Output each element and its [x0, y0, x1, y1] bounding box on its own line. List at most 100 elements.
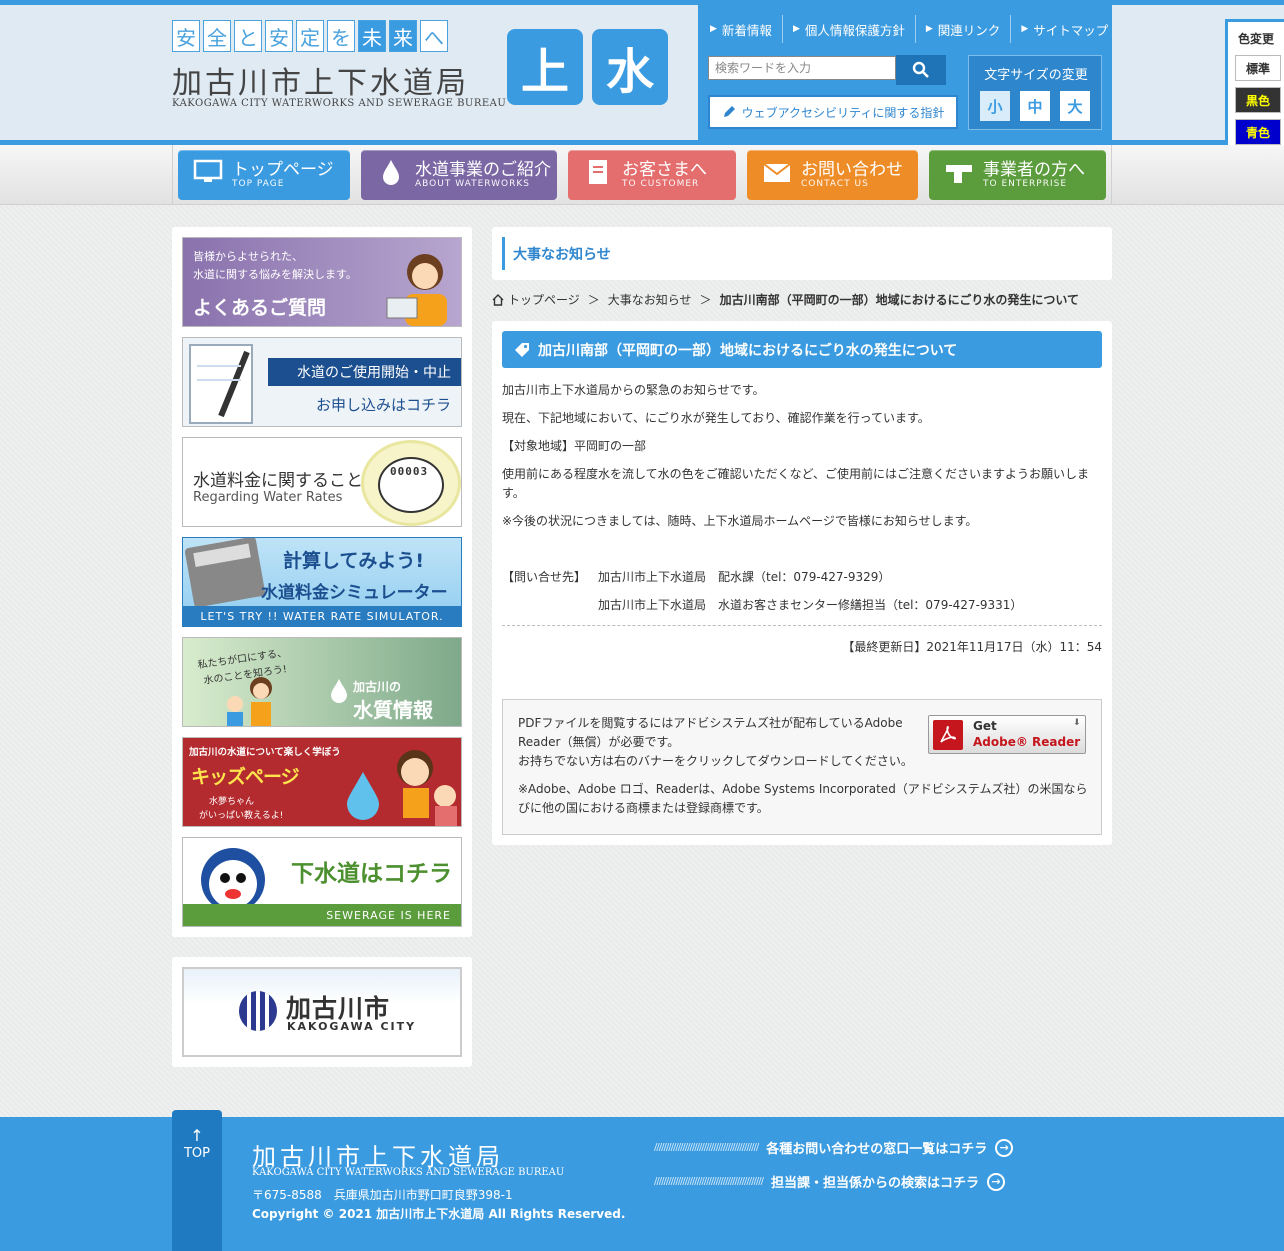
search-button[interactable] [896, 55, 946, 85]
adobe-pdf-icon [933, 720, 963, 750]
site-subtitle: KAKOGAWA CITY WATERWORKS AND SEWERAGE BU… [172, 98, 507, 109]
pdf-note: ※Adobe、Adobe ロゴ、Readerは、Adobe Systems In… [518, 782, 1088, 815]
kids-illustration [333, 742, 459, 826]
accessibility-link[interactable]: ウェブアクセシビリティに関する指針 [708, 95, 958, 129]
nav-to-enterprise[interactable]: 事業者の方へ TO ENTERPRISE [929, 150, 1106, 200]
top-links: ▶ 新着情報 ▶ 個人情報保護方針 ▶ 関連リンク ▶ サイトマップ [700, 15, 1118, 43]
slogan-char: 定 [296, 20, 324, 52]
back-to-top-button[interactable]: ↑ TOP [172, 1110, 222, 1251]
font-size-panel: 文字サイズの変更 小 中 大 [968, 55, 1102, 130]
article-title: 加古川南部（平岡町の一部）地域におけるにごり水の発生について [502, 331, 1102, 368]
nav-about-waterworks[interactable]: 水道事業のご紹介 ABOUT WATERWORKS [361, 150, 557, 200]
slogan-char: 未 [358, 20, 386, 52]
banner-kakogawa-city[interactable]: 加古川市 KAKOGAWA CITY [182, 967, 462, 1057]
footer-link-contacts[interactable]: ////////////////////////////////////////… [654, 1138, 1014, 1157]
banner-start-stop[interactable]: 水道のご使用開始・中止 お申し込みはコチラ [182, 337, 462, 427]
chevron-right-icon: ▶ [792, 24, 800, 34]
article-paragraph: 現在、下記地域において、にごり水が発生しており、確認作業を行っています。 [502, 411, 930, 425]
link-privacy[interactable]: ▶ 個人情報保護方針 [783, 15, 916, 43]
slogan-char: を [327, 20, 355, 52]
clipboard-illustration [189, 344, 253, 424]
slogan-char: 安 [172, 20, 200, 52]
section-header: 大事なお知らせ [492, 227, 1112, 280]
arrow-right-icon: → [987, 1172, 1005, 1191]
chevron-right-icon: ▶ [1021, 24, 1029, 34]
last-updated: 【最終更新日】2021年11月17日（水）11：54 [842, 640, 1102, 654]
divider [502, 625, 1102, 626]
slogan: 安全と安定を未来へ [172, 20, 448, 52]
banner-water-rates[interactable]: 水道料金に関すること Regarding Water Rates 00003 [182, 437, 462, 527]
color-black-button[interactable]: 黒色 [1235, 87, 1281, 113]
breadcrumb-separator: ＞ [699, 293, 712, 307]
article-paragraph: 使用前にある程度水を流して水の色をご確認いただくなど、ご使用前にはご注意ください… [502, 467, 1090, 500]
link-sitemap[interactable]: ▶ サイトマップ [1011, 15, 1118, 43]
children-illustration [223, 674, 283, 726]
slogan-char: 全 [203, 20, 231, 52]
water-drop-icon [373, 158, 409, 193]
banner-faq[interactable]: 皆様からよせられた、 水道に関する悩みを解決します。 よくあるご質問 [182, 237, 462, 327]
contact-line: 加古川市上下水道局 水道お客さまセンター修繕担当（tel：079-427-933… [598, 598, 1023, 612]
breadcrumb-separator: ＞ [587, 293, 600, 307]
banner-water-quality[interactable]: 私たちが口にする、 水のことを知ろう! 加古川の 水質情報 [182, 637, 462, 727]
woman-illustration [383, 246, 453, 326]
arrow-up-icon: ↑ [190, 1126, 204, 1145]
font-size-medium-button[interactable]: 中 [1020, 91, 1050, 121]
nav-contact-us[interactable]: お問い合わせ CONTACT US [747, 150, 918, 200]
search-icon [912, 61, 929, 78]
water-meter-icon: 00003 [361, 440, 461, 526]
color-change-title: 色変更 [1237, 32, 1274, 46]
contact-label: 【問い合せ先】 [502, 570, 587, 584]
search-input[interactable] [708, 56, 896, 80]
city-emblem-icon [239, 991, 277, 1031]
breadcrumb-current: 加古川南部（平岡町の一部）地域におけるにごり水の発生について [719, 293, 1079, 307]
banner-sewerage[interactable]: 下水道はコチラ SEWERAGE IS HERE [182, 837, 462, 927]
nav-to-customer[interactable]: お客さまへ TO CUSTOMER [568, 150, 736, 200]
font-size-large-button[interactable]: 大 [1060, 91, 1090, 121]
breadcrumb: トップページ ＞ 大事なお知らせ ＞ 加古川南部（平岡町の一部）地域におけるにご… [492, 291, 1079, 308]
site-title[interactable]: 加古川市上下水道局 [172, 58, 469, 102]
nav-top-page[interactable]: トップページ TOP PAGE [178, 150, 350, 200]
pdf-note: PDFファイルを閲覧するにはアドビシステムズ社が配布しているAdobe Read… [518, 716, 903, 749]
section-title: 大事なお知らせ [502, 237, 611, 270]
arrow-right-icon: → [995, 1138, 1014, 1157]
article-paragraph: 【対象地域】平岡町の一部 [502, 439, 647, 453]
footer-address: 〒675-8588 兵庫県加古川市野口町良野398-1 [252, 1188, 513, 1202]
chevron-right-icon: ▶ [710, 24, 717, 34]
slogan-char: と [234, 20, 262, 52]
slogan-char: 安 [265, 20, 293, 52]
calculator-icon [184, 538, 266, 608]
tool-icon [941, 159, 977, 192]
download-arrow-icon: ⬇ [1073, 718, 1081, 728]
color-standard-button[interactable]: 標準 [1235, 55, 1281, 81]
slogan-char: 来 [389, 20, 417, 52]
article-paragraph: 加古川市上下水道局からの緊急のお知らせです。 [502, 383, 765, 397]
breadcrumb-notices[interactable]: 大事なお知らせ [608, 291, 692, 308]
article-paragraph: ※今後の状況につきましては、随時、上下水道局ホームページで皆様にお知らせします。 [502, 514, 978, 528]
font-size-small-button[interactable]: 小 [980, 91, 1010, 121]
pencil-icon [723, 106, 735, 117]
pdf-notice: PDFファイルを閲覧するにはアドビシステムズ社が配布しているAdobe Read… [502, 699, 1102, 835]
chevron-right-icon: ▶ [925, 24, 933, 34]
adobe-reader-download-button[interactable]: Get Adobe® Reader ⬇ [928, 715, 1086, 754]
font-size-label: 文字サイズの変更 [984, 68, 1088, 83]
footer-subtitle: KAKOGAWA CITY WATERWORKS AND SEWERAGE BU… [252, 1167, 565, 1178]
document-icon [580, 158, 616, 193]
pdf-note: お持ちでない方は右のバナーをクリックしてダウンロードしてください。 [518, 754, 913, 768]
logo-char-jo: 上 [507, 29, 583, 105]
link-news[interactable]: ▶ 新着情報 [700, 15, 783, 43]
water-drop-icon [329, 678, 349, 707]
contact-line: 加古川市上下水道局 配水課（tel：079-427-9329） [598, 570, 891, 584]
banner-kids-page[interactable]: 加古川の水道について楽しく学ぼう キッズページ 水夢ちゃん がいっぱい教えるよ! [182, 737, 462, 827]
footer-link-departments[interactable]: ////////////////////////////////////////… [654, 1172, 1005, 1191]
home-icon [492, 293, 504, 306]
copyright: Copyright © 2021 加古川市上下水道局 All Rights Re… [252, 1207, 626, 1221]
slogan-char: へ [420, 20, 448, 52]
color-blue-button[interactable]: 青色 [1235, 119, 1281, 145]
mail-icon [759, 159, 795, 192]
monitor-icon [190, 159, 226, 192]
tag-icon [515, 342, 529, 357]
breadcrumb-top[interactable]: トップページ [508, 291, 580, 308]
banner-simulator[interactable]: 計算してみよう! 水道料金シミュレーター LET'S TRY !! WATER … [182, 537, 462, 627]
link-related[interactable]: ▶ 関連リンク [916, 15, 1012, 43]
logo-char-sui: 水 [592, 29, 668, 105]
